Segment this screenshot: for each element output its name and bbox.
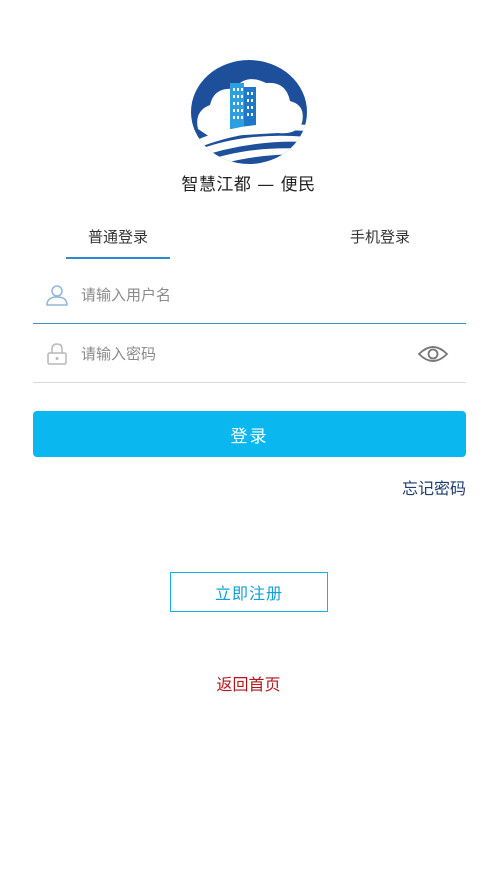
password-field	[33, 326, 466, 383]
active-tab-indicator	[66, 257, 170, 259]
register-button[interactable]: 立即注册	[170, 572, 328, 612]
password-input[interactable]	[81, 339, 401, 369]
login-button[interactable]: 登录	[33, 411, 466, 457]
city-cloud-logo	[191, 60, 307, 164]
forgot-password-link[interactable]: 忘记密码	[402, 475, 466, 499]
username-input[interactable]	[81, 280, 401, 310]
tab-phone-login[interactable]: 手机登录	[330, 226, 430, 254]
username-field	[33, 267, 466, 324]
login-page: 智慧江都 — 便民 普通登录 手机登录 登录 忘记密码 立即注册 返回首页	[0, 0, 497, 883]
tab-normal-login[interactable]: 普通登录	[66, 226, 170, 254]
back-home-link[interactable]: 返回首页	[0, 671, 497, 695]
eye-icon[interactable]	[417, 342, 449, 366]
lock-icon	[47, 343, 67, 365]
user-icon	[46, 285, 68, 306]
app-title: 智慧江都 — 便民	[181, 175, 316, 195]
